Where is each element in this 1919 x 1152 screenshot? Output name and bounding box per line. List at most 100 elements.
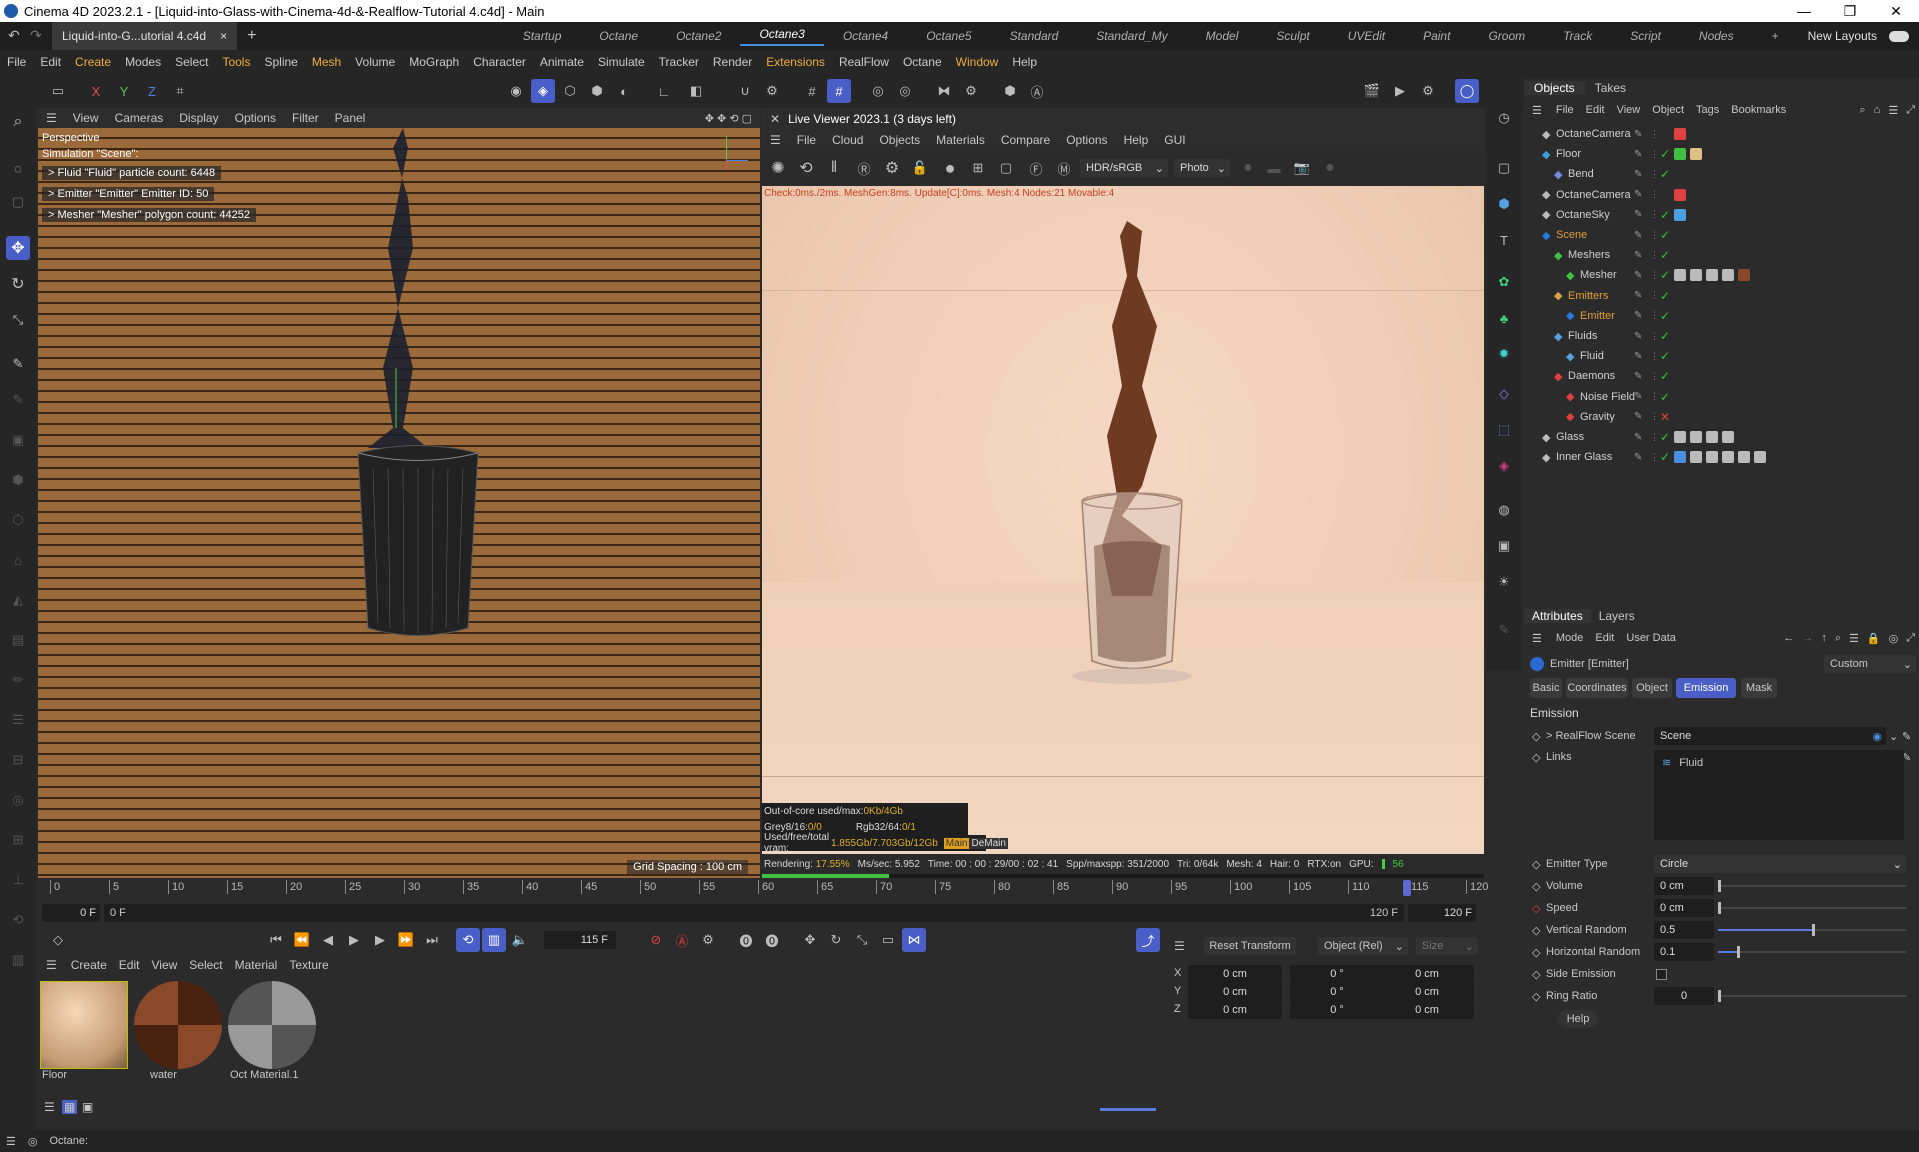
menu-item[interactable]: Create — [68, 55, 118, 69]
attr-subtab[interactable]: Mask — [1741, 678, 1777, 698]
coord-position-field[interactable]: 0 cm — [1188, 965, 1282, 983]
mat-menu-material[interactable]: Material — [229, 958, 284, 972]
search-icon[interactable]: ⌕ — [6, 110, 30, 134]
tag-icon[interactable] — [1674, 188, 1686, 201]
octane-scatter-icon[interactable]: ♣ — [1492, 306, 1516, 330]
visibility-dots[interactable]: ⋮ — [1650, 310, 1659, 321]
keyframe-diamond-icon[interactable]: ◇ — [1532, 968, 1540, 981]
key-move-icon[interactable]: ✥ — [798, 928, 822, 952]
edit-icon[interactable]: ✎ — [1634, 310, 1642, 321]
sound-icon[interactable]: 🔈 — [508, 928, 532, 952]
octane-camera-icon[interactable]: ◷ — [1492, 106, 1516, 130]
lv-menu-compare[interactable]: Compare — [993, 133, 1058, 147]
coord-size-field[interactable]: 0 cm — [1380, 1001, 1474, 1019]
enabled-check-icon[interactable]: ✓ — [1660, 390, 1670, 404]
timeline-graph-icon[interactable]: ⤴ — [1136, 928, 1160, 952]
document-tab[interactable]: Liquid-into-G...utorial 4.c4d × — [52, 22, 238, 50]
new-layouts-toggle[interactable] — [1889, 30, 1909, 42]
edit-icon[interactable]: ✎ — [1634, 290, 1642, 301]
menu-item[interactable]: Extensions — [759, 55, 832, 69]
attr-subtab[interactable]: Emission — [1676, 678, 1736, 698]
param-slider[interactable] — [1718, 946, 1906, 958]
octane-render-icon[interactable]: ▣ — [1492, 534, 1516, 558]
key-scale-icon[interactable]: ⓿ — [760, 928, 784, 952]
octane-sun-icon[interactable]: ☀ — [1492, 570, 1516, 594]
box-select-icon[interactable]: ▢ — [6, 190, 30, 214]
close-tab-icon[interactable]: × — [220, 29, 227, 43]
attr-subtab[interactable]: Basic — [1530, 678, 1562, 698]
enabled-check-icon[interactable]: ✓ — [1660, 450, 1670, 464]
keyframe-selection-icon[interactable]: ⚙ — [696, 928, 720, 952]
visibility-dots[interactable]: ⋮ — [1650, 169, 1659, 180]
axis-icon[interactable]: ⊥ — [6, 868, 30, 892]
current-frame-field[interactable]: 115 F — [544, 931, 616, 949]
grid-snap-icon[interactable]: # — [800, 79, 824, 103]
object-row[interactable]: ◆ Emitter ⋮ ✎ ✓ — [1524, 306, 1919, 326]
menu-item[interactable]: Help — [1005, 55, 1044, 69]
object-row[interactable]: ◆ Meshers ⋮ ✎ ✓ — [1524, 245, 1919, 265]
tag-icon[interactable] — [1674, 148, 1686, 161]
param-field[interactable]: 0 cm — [1654, 877, 1714, 895]
visibility-dots[interactable]: ⋮ — [1650, 290, 1659, 301]
forward-arrow-icon[interactable]: → — [1798, 632, 1817, 644]
live-select-icon[interactable]: ◌ — [6, 156, 30, 180]
menu-item[interactable]: Simulate — [591, 55, 652, 69]
tag-icon[interactable] — [1738, 269, 1750, 282]
viewport-menu-panel[interactable]: Panel — [327, 111, 374, 125]
menu-item[interactable]: File — [0, 55, 33, 69]
clay-mode-icon[interactable]: ▬ — [1262, 156, 1286, 180]
symmetry-icon[interactable]: ◎ — [893, 79, 917, 103]
menu-item[interactable]: Mesh — [305, 55, 348, 69]
menu-item[interactable]: Octane — [896, 55, 949, 69]
tab-attributes[interactable]: Attributes — [1524, 609, 1591, 623]
obj-menu-bookmarks[interactable]: Bookmarks — [1725, 104, 1792, 116]
send-scene-icon[interactable]: ✺ — [766, 156, 790, 180]
brush-tool-icon[interactable]: ✎ — [6, 352, 30, 376]
autokey-icon[interactable]: Ⓐ — [670, 928, 694, 952]
object-row[interactable]: ◆ Emitters ⋮ ✎ ✓ — [1524, 286, 1919, 306]
camera-icon[interactable]: ◎ — [6, 788, 30, 812]
menu-item[interactable]: Tools — [215, 55, 257, 69]
sculpt-icon[interactable]: ▥ — [6, 948, 30, 972]
lock-resolution-icon[interactable]: 🔓 — [908, 156, 932, 180]
attr-menu-edit[interactable]: Edit — [1589, 632, 1620, 644]
cube-icon[interactable]: ⬢ — [6, 468, 30, 492]
undo-icon[interactable]: ↶ — [8, 27, 20, 44]
coord-size-field[interactable]: 0 cm — [1380, 983, 1474, 1001]
keyframe-diamond-icon[interactable]: ◇ — [1532, 751, 1540, 764]
tag-icon[interactable] — [1706, 451, 1718, 464]
tag-icon[interactable] — [1690, 269, 1702, 282]
lv-menu-materials[interactable]: Materials — [928, 133, 993, 147]
layout-tab[interactable]: Octane3 — [740, 27, 824, 46]
edit-icon[interactable]: ✎ — [1634, 149, 1642, 160]
edit-icon[interactable]: ✎ — [1634, 250, 1642, 261]
keyframe-diamond-icon[interactable]: ◇ — [46, 928, 70, 952]
keyframe-diamond-icon[interactable]: ◇ — [1532, 924, 1540, 937]
tag-icon[interactable] — [1738, 451, 1750, 464]
mat-menu-edit[interactable]: Edit — [113, 958, 146, 972]
octane-spline-icon[interactable]: ◈ — [1492, 454, 1516, 478]
links-list-item[interactable]: ≋ Fluid — [1654, 750, 1904, 775]
tag-icon[interactable] — [1690, 451, 1702, 464]
timeline-ruler[interactable]: 0 5 10 15 20 25 30 35 40 45 50 55 60 65 70 75 80 85 90 95 10… — [50, 880, 1488, 900]
viewport-menu-display[interactable]: Display — [171, 111, 226, 125]
mirror-icon[interactable]: ⧓ — [932, 79, 956, 103]
edit-icon[interactable]: ✎ — [1634, 169, 1642, 180]
add-layout-icon[interactable]: + — [1753, 29, 1798, 43]
object-row[interactable]: ◆ OctaneCamera ⋮ ✎ — [1524, 185, 1919, 205]
layout-tab[interactable]: Standard — [991, 29, 1078, 43]
workplane-snap-icon[interactable]: # — [827, 79, 851, 103]
extrude-icon[interactable]: ◭ — [6, 588, 30, 612]
enabled-check-icon[interactable]: ✓ — [1660, 147, 1670, 161]
layout-tab[interactable]: Track — [1544, 29, 1611, 43]
visibility-dots[interactable]: ⋮ — [1650, 129, 1659, 140]
enabled-check-icon[interactable]: ✓ — [1660, 228, 1670, 242]
color-mode-select[interactable]: HDR/sRGB ⌄ — [1080, 159, 1168, 177]
emitter-type-select[interactable]: Circle ⌄ — [1654, 855, 1906, 873]
object-row[interactable]: ◆ Inner Glass ⋮ ✎ ✓ — [1524, 447, 1919, 467]
axis-z-button[interactable]: Z — [140, 79, 164, 103]
playhead[interactable] — [1403, 880, 1411, 896]
paint-icon[interactable]: ✏ — [6, 668, 30, 692]
close-icon[interactable]: ✕ — [1873, 3, 1919, 20]
layout-tab[interactable]: UVEdit — [1329, 29, 1404, 43]
